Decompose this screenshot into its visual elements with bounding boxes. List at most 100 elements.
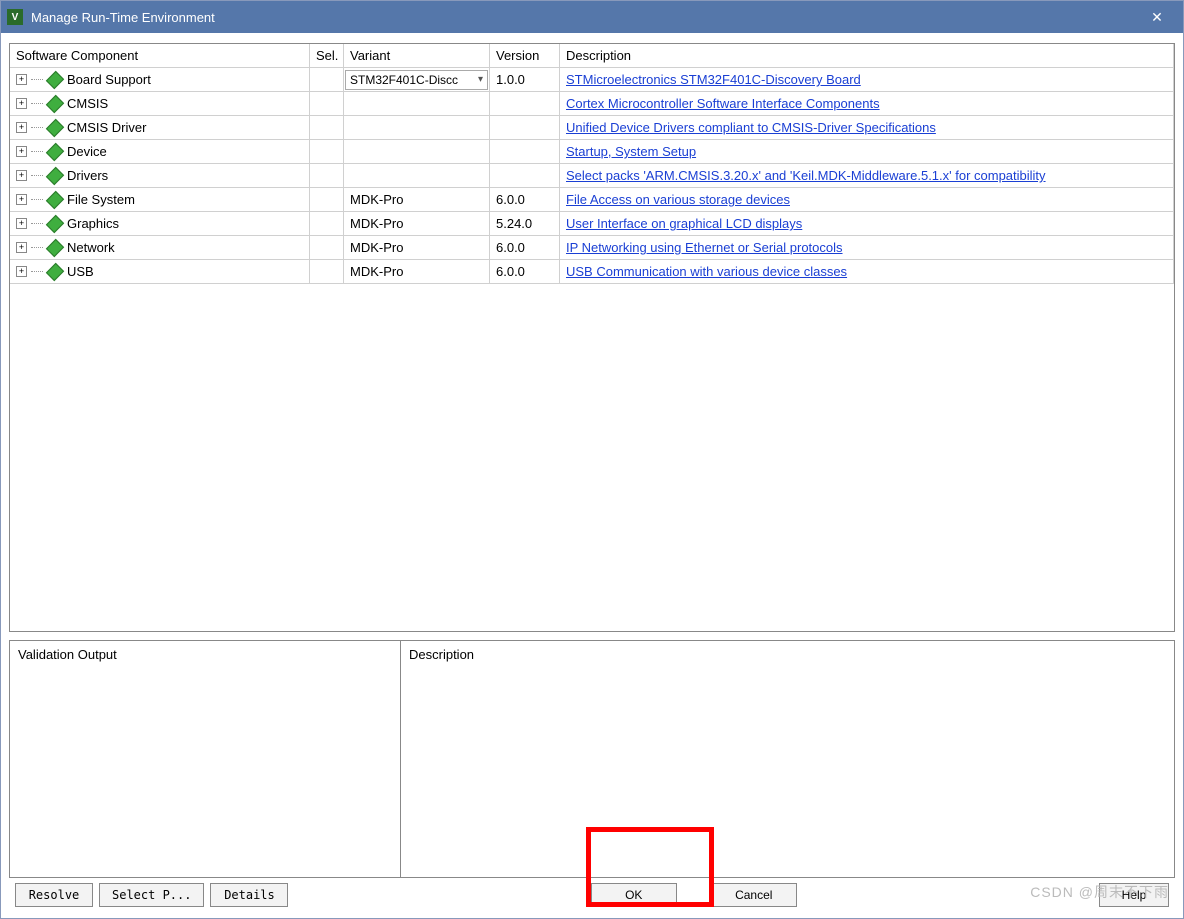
tree-item-board-support[interactable]: + Board Support <box>10 68 310 92</box>
col-version[interactable]: Version <box>490 44 560 68</box>
tree-item-cmsis-driver[interactable]: + CMSIS Driver <box>10 116 310 140</box>
tree-item-drivers[interactable]: +Drivers <box>10 164 310 188</box>
variant-cell <box>344 116 490 140</box>
tree-label: CMSIS <box>67 96 108 111</box>
tree-item-cmsis[interactable]: + CMSIS <box>10 92 310 116</box>
description-header: Description <box>401 641 1174 668</box>
expand-icon[interactable]: + <box>16 266 27 277</box>
desc-link[interactable]: USB Communication with various device cl… <box>566 264 847 279</box>
desc-link[interactable]: IP Networking using Ethernet or Serial p… <box>566 240 843 255</box>
tree-label: Graphics <box>67 216 119 231</box>
cancel-button[interactable]: Cancel <box>711 883 797 907</box>
sel-cell <box>310 140 344 164</box>
expand-icon[interactable]: + <box>16 170 27 181</box>
details-button[interactable]: Details <box>210 883 288 907</box>
col-sel[interactable]: Sel. <box>310 44 344 68</box>
description-body <box>401 668 1174 877</box>
desc-cell: Select packs 'ARM.CMSIS.3.20.x' and 'Kei… <box>560 164 1174 188</box>
validation-panel: Validation Output <box>9 640 401 878</box>
expand-icon[interactable]: + <box>16 194 27 205</box>
desc-cell: Cortex Microcontroller Software Interfac… <box>560 92 1174 116</box>
resolve-button[interactable]: Resolve <box>15 883 93 907</box>
col-description[interactable]: Description <box>560 44 1174 68</box>
tree-item-usb[interactable]: + USB <box>10 260 310 284</box>
tree-label: Network <box>67 240 115 255</box>
tree-item-device[interactable]: + Device <box>10 140 310 164</box>
variant-cell: MDK-Pro <box>344 212 490 236</box>
expand-icon[interactable]: + <box>16 146 27 157</box>
version-cell <box>490 140 560 164</box>
app-window: V Manage Run-Time Environment ✕ Software… <box>0 0 1184 919</box>
desc-link[interactable]: File Access on various storage devices <box>566 192 790 207</box>
component-icon <box>47 72 63 88</box>
desc-link[interactable]: STMicroelectronics STM32F401C-Discovery … <box>566 72 861 87</box>
expand-icon[interactable]: + <box>16 98 27 109</box>
variant-cell: MDK-Pro <box>344 236 490 260</box>
tree-item-graphics[interactable]: + Graphics <box>10 212 310 236</box>
desc-cell: STMicroelectronics STM32F401C-Discovery … <box>560 68 1174 92</box>
component-grid: Software Component Sel. Variant Version … <box>10 44 1174 284</box>
variant-cell[interactable]: STM32F401C-Discc ▾ <box>344 68 490 92</box>
tree-label: Device <box>67 144 107 159</box>
version-cell <box>490 116 560 140</box>
component-icon <box>47 144 63 160</box>
tree-label: CMSIS Driver <box>67 120 146 135</box>
col-component[interactable]: Software Component <box>10 44 310 68</box>
variant-cell <box>344 140 490 164</box>
expand-icon[interactable]: + <box>16 242 27 253</box>
sel-cell <box>310 116 344 140</box>
version-cell: 6.0.0 <box>490 236 560 260</box>
sel-cell <box>310 92 344 116</box>
desc-link[interactable]: User Interface on graphical LCD displays <box>566 216 802 231</box>
app-icon: V <box>7 9 23 25</box>
col-variant[interactable]: Variant <box>344 44 490 68</box>
window-title: Manage Run-Time Environment <box>31 10 1137 25</box>
expand-icon[interactable]: + <box>16 218 27 229</box>
titlebar: V Manage Run-Time Environment ✕ <box>1 1 1183 33</box>
validation-body <box>10 668 400 877</box>
desc-link[interactable]: Cortex Microcontroller Software Interfac… <box>566 96 880 111</box>
variant-cell: MDK-Pro <box>344 260 490 284</box>
component-icon <box>47 192 63 208</box>
select-packs-button[interactable]: Select P... <box>99 883 204 907</box>
desc-cell: Startup, System Setup <box>560 140 1174 164</box>
component-icon <box>47 120 63 136</box>
sel-cell <box>310 68 344 92</box>
desc-cell: IP Networking using Ethernet or Serial p… <box>560 236 1174 260</box>
expand-icon[interactable]: + <box>16 74 27 85</box>
tree-item-network[interactable]: + Network <box>10 236 310 260</box>
lower-panels: Validation Output Description <box>9 640 1175 878</box>
tree-label: File System <box>67 192 135 207</box>
component-grid-panel: Software Component Sel. Variant Version … <box>9 43 1175 632</box>
desc-cell: USB Communication with various device cl… <box>560 260 1174 284</box>
desc-link[interactable]: Select packs 'ARM.CMSIS.3.20.x' and 'Kei… <box>566 168 1046 183</box>
desc-link[interactable]: Startup, System Setup <box>566 144 696 159</box>
component-icon <box>47 168 63 184</box>
component-icon <box>47 264 63 280</box>
desc-cell: User Interface on graphical LCD displays <box>560 212 1174 236</box>
expand-icon[interactable]: + <box>16 122 27 133</box>
watermark-text: CSDN @周末不下雨 <box>1030 882 1169 902</box>
component-icon <box>47 240 63 256</box>
version-cell: 1.0.0 <box>490 68 560 92</box>
validation-header: Validation Output <box>10 641 400 668</box>
sel-cell <box>310 212 344 236</box>
variant-dropdown[interactable]: STM32F401C-Discc ▾ <box>345 70 488 90</box>
variant-cell: MDK-Pro <box>344 188 490 212</box>
desc-link[interactable]: Unified Device Drivers compliant to CMSI… <box>566 120 936 135</box>
version-cell: 6.0.0 <box>490 260 560 284</box>
sel-cell <box>310 188 344 212</box>
version-cell <box>490 164 560 188</box>
sel-cell <box>310 260 344 284</box>
tree-label: USB <box>67 264 94 279</box>
tree-item-file-system[interactable]: + File System <box>10 188 310 212</box>
ok-button[interactable]: OK <box>591 883 677 907</box>
desc-cell: File Access on various storage devices <box>560 188 1174 212</box>
close-button[interactable]: ✕ <box>1137 1 1177 33</box>
version-cell: 5.24.0 <box>490 212 560 236</box>
variant-cell <box>344 164 490 188</box>
component-icon <box>47 96 63 112</box>
version-cell: 6.0.0 <box>490 188 560 212</box>
sel-cell <box>310 164 344 188</box>
version-cell <box>490 92 560 116</box>
